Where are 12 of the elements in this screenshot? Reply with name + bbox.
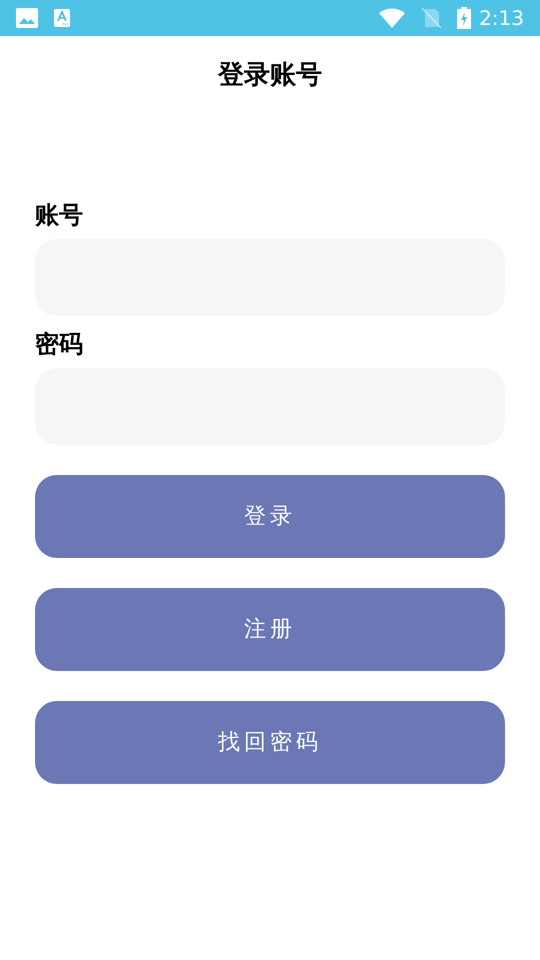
- field-label: 账号: [35, 200, 83, 231]
- no-sim-icon: [421, 7, 442, 29]
- image-icon: [16, 8, 38, 28]
- status-time: 2:13: [479, 5, 524, 32]
- action-button[interactable]: 登录: [35, 475, 505, 558]
- text-icon: [54, 9, 70, 27]
- page-title: 登录账号: [218, 59, 322, 92]
- field-label: 密码: [35, 329, 83, 360]
- action-button[interactable]: 找回密码: [35, 701, 505, 784]
- battery-charging-icon: [457, 7, 472, 29]
- action-button[interactable]: 注册: [35, 588, 505, 671]
- wifi-icon: [379, 8, 406, 28]
